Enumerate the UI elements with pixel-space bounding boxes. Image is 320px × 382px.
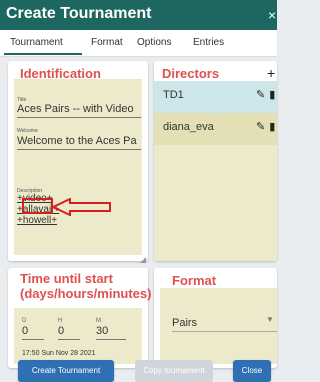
director-row: TD1 ✎ ▮ — [154, 81, 277, 113]
title-field-underline — [17, 117, 141, 118]
delete-icon[interactable]: ▮ — [269, 121, 275, 133]
dialog-title: Create Tournament — [6, 5, 152, 22]
directors-heading: Directors — [162, 66, 220, 81]
directors-empty-area — [154, 145, 277, 261]
copy-tournament-button[interactable]: Copy tournament — [135, 360, 213, 382]
start-datetime: 17:50 Sun Nov 28 2021 — [22, 350, 96, 357]
format-select[interactable]: Pairs — [172, 317, 197, 329]
description-line: +howell+ — [17, 215, 58, 226]
tab-bar: Tournament Format Options Entries — [0, 30, 277, 57]
resize-handle-icon[interactable]: ◢ — [140, 255, 146, 264]
days-input[interactable]: 0 — [22, 325, 28, 337]
tab-format[interactable]: Format — [91, 37, 123, 48]
edit-icon[interactable]: ✎ — [256, 89, 265, 101]
edit-icon[interactable]: ✎ — [256, 121, 265, 133]
delete-icon[interactable]: ▮ — [269, 89, 275, 101]
create-tournament-button[interactable]: Create Tournament — [18, 360, 114, 382]
active-tab-indicator — [4, 53, 82, 55]
chevron-down-icon[interactable]: ▼ — [266, 315, 274, 324]
director-row: diana_eva ✎ ▮ — [154, 113, 277, 145]
minutes-label: M — [96, 318, 101, 324]
directors-card: Directors + TD1 ✎ ▮ diana_eva ✎ ▮ — [154, 61, 277, 261]
identification-heading: Identification — [20, 66, 101, 81]
director-name: TD1 — [163, 89, 184, 101]
tab-tournament[interactable]: Tournament — [10, 37, 63, 48]
dialog-content: Identification Title Aces Pairs -- with … — [0, 57, 277, 382]
welcome-field[interactable]: Welcome to the Aces Pa — [17, 135, 141, 147]
time-heading-line2: (days/hours/minutes) — [20, 286, 152, 301]
format-select-underline — [172, 331, 277, 332]
time-heading-line1: Time until start — [20, 271, 113, 286]
format-heading: Format — [172, 273, 217, 288]
hours-underline — [58, 339, 80, 340]
time-until-start-card: Time until start (days/hours/minutes) D … — [8, 268, 152, 368]
close-icon[interactable]: × — [268, 7, 276, 23]
days-label: D — [22, 318, 27, 324]
close-button[interactable]: Close — [233, 360, 271, 382]
director-name: diana_eva — [163, 121, 214, 133]
format-card: Format Pairs ▼ — [154, 268, 277, 368]
tab-options[interactable]: Options — [137, 37, 171, 48]
welcome-field-underline — [17, 149, 141, 150]
hours-label: H — [58, 318, 63, 324]
highlight-arrow-icon — [52, 198, 111, 216]
minutes-underline — [96, 339, 126, 340]
hours-input[interactable]: 0 — [58, 325, 64, 337]
minutes-input[interactable]: 30 — [96, 325, 108, 337]
welcome-field-label: Welcome — [17, 128, 38, 134]
add-director-button[interactable]: + — [267, 65, 275, 81]
identification-card: Identification Title Aces Pairs -- with … — [8, 61, 148, 264]
title-field[interactable]: Aces Pairs -- with Video — [17, 103, 141, 115]
tab-entries[interactable]: Entries — [193, 37, 224, 48]
highlight-box — [22, 198, 53, 214]
days-underline — [22, 339, 44, 340]
dialog-titlebar: Create Tournament × — [0, 0, 277, 30]
